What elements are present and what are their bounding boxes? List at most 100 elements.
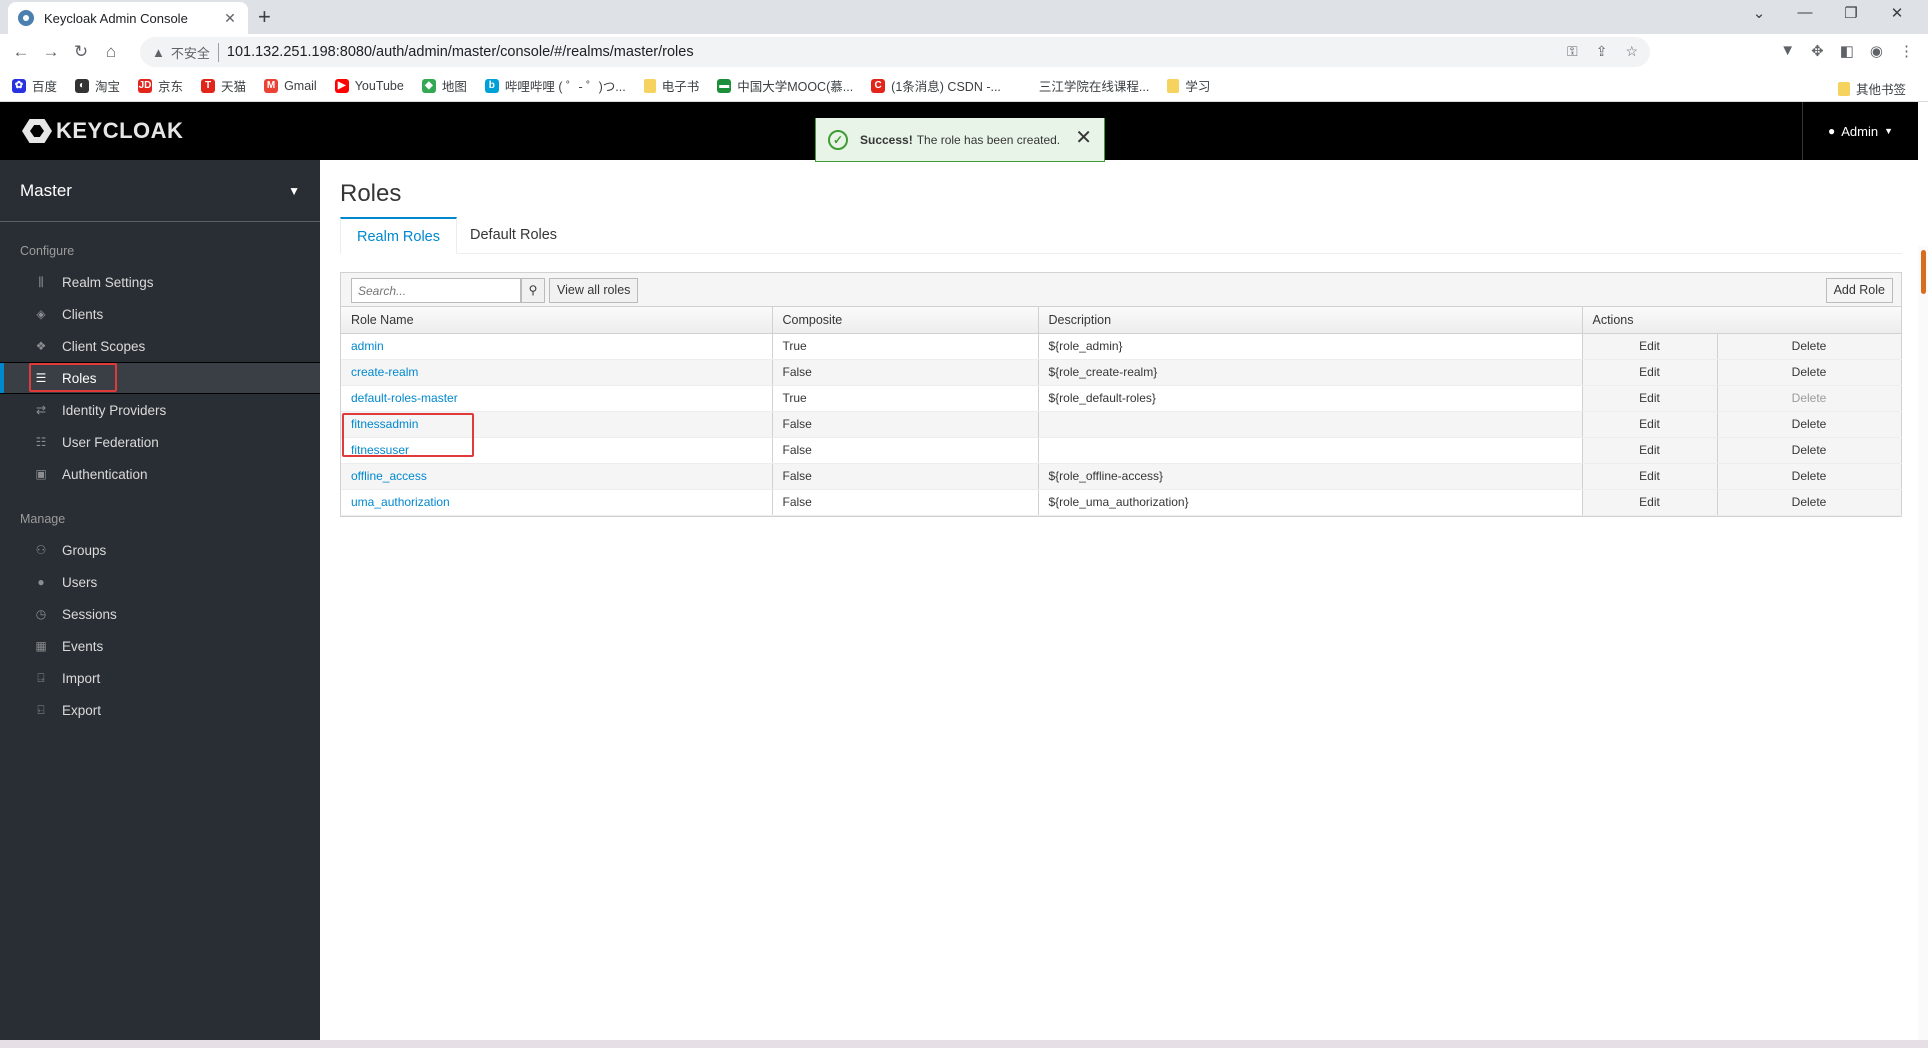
vpn-extension-icon[interactable]: ▼ [1780,42,1795,60]
home-icon[interactable]: ⌂ [96,42,126,62]
new-tab-button[interactable]: + [258,5,271,29]
search-input[interactable] [351,278,521,303]
sidebar-item-groups[interactable]: ⚇ Groups [0,534,320,566]
bookmark-item[interactable]: ◐ 淘宝 [75,76,120,95]
edit-button[interactable]: Edit [1582,333,1718,360]
star-icon[interactable]: ☆ [1625,43,1638,60]
sidepanel-icon[interactable]: ◧ [1840,42,1854,60]
bookmark-item[interactable]: b 哔哩哔哩 ( ゜- ゜)つ... [484,76,626,95]
bookmark-item[interactable]: ✿ 百度 [12,76,57,95]
bookmark-item[interactable]: ▶ YouTube [334,78,404,93]
address-bar[interactable]: ▲ 不安全 101.132.251.198:8080/auth/admin/ma… [140,37,1650,67]
delete-button[interactable]: Delete [1717,489,1902,516]
browser-tab-title: Keycloak Admin Console [44,10,188,26]
delete-button[interactable]: Delete [1717,463,1902,490]
bookmark-item[interactable]: C (1条消息) CSDN -... [871,76,1001,95]
composite-cell: False [772,489,1039,516]
col-description[interactable]: Description [1038,307,1583,334]
bookmark-item[interactable]: 学习 [1167,76,1210,95]
browser-tab[interactable]: Keycloak Admin Console ✕ [8,2,248,34]
table-row: create-realm False ${role_create-realm} Edi… [341,359,1902,386]
toast-close-icon[interactable]: ✕ [1075,128,1092,148]
bookmark-item[interactable]: T 天猫 [201,76,246,95]
col-role-name[interactable]: Role Name [341,307,773,334]
bookmark-item[interactable]: M Gmail [264,78,317,93]
sidebar-item-events[interactable]: ▦ Events [0,630,320,662]
delete-button[interactable]: Delete [1717,333,1902,360]
bookmark-label: 哔哩哔哩 ( ゜- ゜)つ... [504,80,626,94]
bookmark-item[interactable]: ◆ 地图 [421,76,467,95]
puzzle-icon[interactable]: ✥ [1811,42,1824,60]
sidebar-item-realm-settings[interactable]: ⫼ Realm Settings [0,266,320,298]
folder-icon [1837,81,1850,96]
sidebar-item-label: Client Scopes [62,338,146,354]
composite-cell: True [772,385,1039,412]
edit-button[interactable]: Edit [1582,437,1718,464]
add-role-button[interactable]: Add Role [1825,278,1893,303]
bookmark-label: 中国大学MOOC(慕... [737,80,854,94]
sidebar-item-client-scopes[interactable]: ❖ Client Scopes [0,330,320,362]
sidebar-item-identity-providers[interactable]: ⇄ Identity Providers [0,394,320,426]
col-composite[interactable]: Composite [772,307,1039,334]
tab-default-roles[interactable]: Default Roles [454,217,573,254]
bookmark-item[interactable]: ▬ 中国大学MOOC(慕... [717,76,853,95]
description-cell [1038,437,1583,464]
reload-icon[interactable]: ↻ [66,42,96,62]
close-tab-icon[interactable]: ✕ [222,10,238,27]
sidebar-item-export[interactable]: ⍇ Export [0,694,320,726]
window-close-icon[interactable]: ✕ [1874,4,1920,22]
profile-icon[interactable]: ◉ [1870,42,1883,60]
sidebar-item-user-federation[interactable]: ☷ User Federation [0,426,320,458]
bookmark-label: 京东 [158,80,184,94]
url-text[interactable]: 101.132.251.198:8080/auth/admin/master/c… [227,44,694,60]
role-name-link[interactable]: create-realm [341,359,773,386]
delete-button[interactable]: Delete [1717,359,1902,386]
sidebar-item-clients[interactable]: ◈ Clients [0,298,320,330]
composite-cell: False [772,359,1039,386]
sidebar-item-sessions[interactable]: ◷ Sessions [0,598,320,630]
tab-search-icon[interactable]: ⌄ [1736,4,1782,22]
sidebar-item-import[interactable]: ⍈ Import [0,662,320,694]
bookmark-item[interactable]: JD 京东 [138,76,183,95]
other-bookmarks[interactable]: 其他书签 [1837,79,1906,98]
realm-selector[interactable]: Master ▼ [0,160,320,222]
minimize-icon[interactable]: — [1782,4,1828,21]
role-name-link[interactable]: default-roles-master [341,385,773,412]
bookmark-label: 百度 [32,80,58,94]
scrollbar-thumb[interactable] [1921,250,1926,294]
role-name-link[interactable]: uma_authorization [341,489,773,516]
bookmark-item[interactable]: 电子书 [643,76,699,95]
sidebar-item-authentication[interactable]: ▣ Authentication [0,458,320,490]
keycloak-logo[interactable]: KEYCLOAK [20,118,183,144]
sidebar-item-users[interactable]: ● Users [0,566,320,598]
search-button[interactable]: ⚲ [521,278,545,303]
browser-toolbar: ← → ↻ ⌂ ▲ 不安全 101.132.251.198:8080/auth/… [0,34,1928,70]
bookmark-item[interactable]: 三江学院在线课程... [1018,76,1149,95]
insecure-label[interactable]: 不安全 [171,42,219,62]
edit-button[interactable]: Edit [1582,411,1718,438]
delete-button[interactable]: Delete [1717,411,1902,438]
edit-button[interactable]: Edit [1582,489,1718,516]
user-menu[interactable]: ● Admin ▼ [1802,102,1918,160]
share-icon[interactable]: ⇪ [1596,43,1608,60]
configure-section-label: Configure [20,244,75,258]
taskbar-strip [0,1040,1928,1048]
bookmark-label: Gmail [284,78,317,93]
restore-icon[interactable]: ❐ [1828,4,1874,22]
back-icon[interactable]: ← [6,42,36,62]
edit-button[interactable]: Edit [1582,359,1718,386]
bookmark-label: 淘宝 [95,80,121,94]
page-scrollbar[interactable] [1918,246,1928,1048]
key-icon[interactable]: ⚿ [1567,43,1578,60]
table-row: fitnessuser False Edit Delete [341,437,1902,464]
edit-button[interactable]: Edit [1582,463,1718,490]
bookmark-favicon-icon [1167,78,1180,93]
edit-button[interactable]: Edit [1582,385,1718,412]
role-name-link[interactable]: admin [341,333,773,360]
role-name-link[interactable]: offline_access [341,463,773,490]
delete-button[interactable]: Delete [1717,437,1902,464]
kebab-menu-icon[interactable]: ⋮ [1899,42,1914,60]
tab-realm-roles[interactable]: Realm Roles [340,217,457,254]
forward-icon[interactable]: → [36,42,66,62]
view-all-roles-button[interactable]: View all roles [549,278,639,303]
